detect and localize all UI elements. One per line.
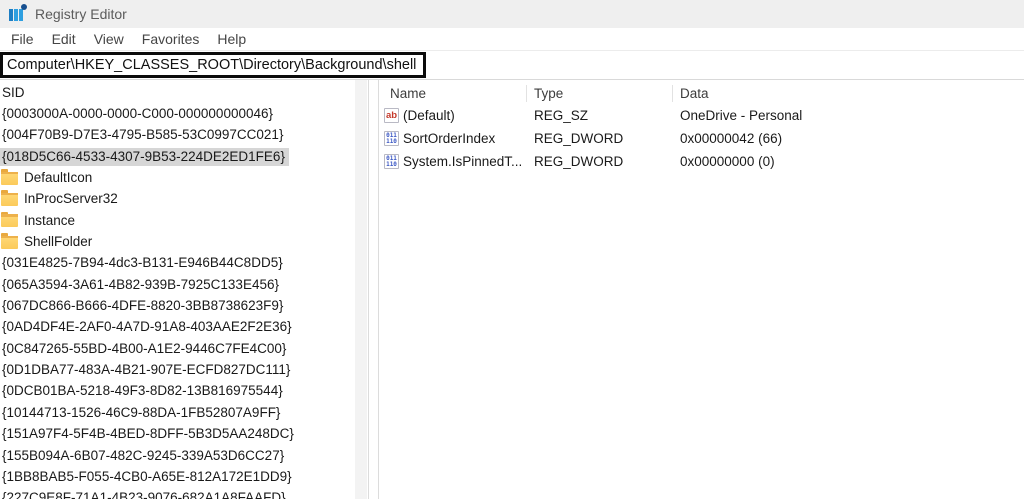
- value-data: 0x00000000 (0): [672, 154, 1024, 169]
- tree-item-label: InProcServer32: [22, 190, 122, 208]
- main-split: SID {0003000A-0000-0000-C000-000000000046…: [0, 80, 1024, 499]
- tree-item[interactable]: Instance: [0, 210, 368, 231]
- column-separator[interactable]: [672, 85, 673, 102]
- tree-item[interactable]: {10144713-1526-46C9-88DA-1FB52807A9FF}: [0, 402, 368, 423]
- tree-item-label: {155B094A-6B07-482C-9245-339A53D6CC27}: [0, 447, 288, 465]
- menu-item-favorites[interactable]: Favorites: [133, 31, 209, 47]
- tree-item-label: {067DC866-B666-4DFE-8820-3BB8738623F9}: [0, 297, 287, 315]
- tree-item-label: Instance: [22, 212, 79, 230]
- value-data: 0x00000042 (66): [672, 131, 1024, 146]
- tree-item-label: SID: [0, 84, 29, 102]
- pane-splitter[interactable]: [369, 80, 378, 499]
- tree-item[interactable]: {1BB8BAB5-F055-4CB0-A65E-812A172E1DD9}: [0, 466, 368, 487]
- value-list-pane[interactable]: NameTypeData ab (Default) REG_SZOneDrive -…: [378, 80, 1024, 499]
- tree-item[interactable]: {067DC866-B666-4DFE-8820-3BB8738623F9}: [0, 295, 368, 316]
- tree-item-label: ShellFolder: [22, 233, 96, 251]
- address-bar[interactable]: Computer\HKEY_CLASSES_ROOT\Directory\Bac…: [0, 50, 1024, 80]
- dword-value-icon: 011110: [384, 131, 399, 146]
- address-annotation-box: Computer\HKEY_CLASSES_ROOT\Directory\Bac…: [0, 52, 426, 78]
- list-header: NameTypeData: [379, 80, 1024, 104]
- tree-item-label: {0D1DBA77-483A-4B21-907E-ECFD827DC111}: [0, 361, 294, 379]
- tree-item[interactable]: {151A97F4-5F4B-4BED-8DFF-5B3D5AA248DC}: [0, 424, 368, 445]
- folder-icon: [1, 193, 18, 206]
- registry-editor-app-icon: [9, 6, 26, 22]
- tree-item-label: {065A3594-3A61-4B82-939B-7925C133E456}: [0, 276, 283, 294]
- tree-item-label: {0C847265-55BD-4B00-A1E2-9446C7FE4C00}: [0, 340, 290, 358]
- tree-item[interactable]: {0C847265-55BD-4B00-A1E2-9446C7FE4C00}: [0, 338, 368, 359]
- tree-item[interactable]: ShellFolder: [0, 231, 368, 252]
- app-icon-dot: [21, 4, 27, 10]
- value-type: REG_SZ: [526, 108, 672, 123]
- value-data: OneDrive - Personal: [672, 108, 1024, 123]
- value-name-cell: ab (Default): [379, 108, 526, 123]
- menu-item-edit[interactable]: Edit: [43, 31, 85, 47]
- column-header-type[interactable]: Type: [526, 83, 672, 101]
- tree-item[interactable]: {0AD4DF4E-2AF0-4A7D-91A8-403AAE2F2E36}: [0, 317, 368, 338]
- value-name: (Default): [403, 108, 455, 123]
- tree-item-label: {151A97F4-5F4B-4BED-8DFF-5B3D5AA248DC}: [0, 425, 298, 443]
- column-header-name[interactable]: Name: [379, 83, 526, 101]
- value-name-cell: 011110 SortOrderIndex: [379, 131, 526, 146]
- menu-item-file[interactable]: File: [2, 31, 43, 47]
- tree-item-label: {227C9E8F-71A1-4B23-9076-682A1A8FAAFD}: [0, 489, 290, 499]
- tree-item[interactable]: InProcServer32: [0, 189, 368, 210]
- list-body: ab (Default) REG_SZOneDrive - Personal 0111…: [379, 104, 1024, 173]
- tree-item[interactable]: {018D5C66-4533-4307-9B53-224DE2ED1FE6}: [0, 146, 368, 167]
- tree-item-label: {0003000A-0000-0000-C000-000000000046}: [0, 105, 277, 123]
- tree-item-label: DefaultIcon: [22, 169, 96, 187]
- registry-tree-pane[interactable]: SID {0003000A-0000-0000-C000-000000000046…: [0, 80, 369, 499]
- column-separator[interactable]: [526, 85, 527, 102]
- value-row[interactable]: ab (Default) REG_SZOneDrive - Personal: [379, 104, 1024, 127]
- tree-item[interactable]: {065A3594-3A61-4B82-939B-7925C133E456}: [0, 274, 368, 295]
- address-path[interactable]: Computer\HKEY_CLASSES_ROOT\Directory\Bac…: [7, 57, 416, 73]
- value-row[interactable]: 011110 System.IsPinnedT... REG_DWORD0x0000…: [379, 150, 1024, 173]
- value-type: REG_DWORD: [526, 154, 672, 169]
- folder-icon: [1, 236, 18, 249]
- tree-item-label: {004F70B9-D7E3-4795-B585-53C0997CC021}: [0, 126, 287, 144]
- titlebar: Registry Editor: [0, 0, 1024, 28]
- menu-item-help[interactable]: Help: [208, 31, 255, 47]
- folder-icon: [1, 172, 18, 185]
- tree-item[interactable]: {004F70B9-D7E3-4795-B585-53C0997CC021}: [0, 125, 368, 146]
- tree-item-label: {018D5C66-4533-4307-9B53-224DE2ED1FE6}: [0, 148, 289, 166]
- tree-item-label: {0AD4DF4E-2AF0-4A7D-91A8-403AAE2F2E36}: [0, 318, 296, 336]
- tree-vertical-scrollbar[interactable]: [355, 80, 367, 499]
- string-value-icon: ab: [384, 108, 399, 123]
- tree-item[interactable]: SID: [0, 82, 368, 103]
- tree-item[interactable]: {227C9E8F-71A1-4B23-9076-682A1A8FAAFD}: [0, 488, 368, 499]
- registry-editor-window: Registry Editor FileEditViewFavoritesHel…: [0, 0, 1024, 499]
- value-name: SortOrderIndex: [403, 131, 495, 146]
- value-row[interactable]: 011110 SortOrderIndex REG_DWORD0x00000042 …: [379, 127, 1024, 150]
- menu-item-view[interactable]: View: [85, 31, 133, 47]
- tree-item[interactable]: {0DCB01BA-5218-49F3-8D82-13B816975544}: [0, 381, 368, 402]
- dword-value-icon: 011110: [384, 154, 399, 169]
- tree-item[interactable]: {155B094A-6B07-482C-9245-339A53D6CC27}: [0, 445, 368, 466]
- folder-icon: [1, 214, 18, 227]
- column-header-data[interactable]: Data: [672, 83, 1024, 101]
- tree-item[interactable]: {0003000A-0000-0000-C000-000000000046}: [0, 103, 368, 124]
- tree-item-label: {0DCB01BA-5218-49F3-8D82-13B816975544}: [0, 382, 287, 400]
- tree-item[interactable]: {0D1DBA77-483A-4B21-907E-ECFD827DC111}: [0, 359, 368, 380]
- tree-item-label: {031E4825-7B94-4dc3-B131-E946B44C8DD5}: [0, 254, 287, 272]
- tree-item-label: {10144713-1526-46C9-88DA-1FB52807A9FF}: [0, 404, 284, 422]
- tree-item[interactable]: {031E4825-7B94-4dc3-B131-E946B44C8DD5}: [0, 253, 368, 274]
- menubar: FileEditViewFavoritesHelp: [0, 28, 1024, 50]
- window-title: Registry Editor: [35, 6, 127, 22]
- tree-item-label: {1BB8BAB5-F055-4CB0-A65E-812A172E1DD9}: [0, 468, 296, 486]
- value-name: System.IsPinnedT...: [403, 154, 522, 169]
- value-name-cell: 011110 System.IsPinnedT...: [379, 154, 526, 169]
- tree-item[interactable]: DefaultIcon: [0, 167, 368, 188]
- value-type: REG_DWORD: [526, 131, 672, 146]
